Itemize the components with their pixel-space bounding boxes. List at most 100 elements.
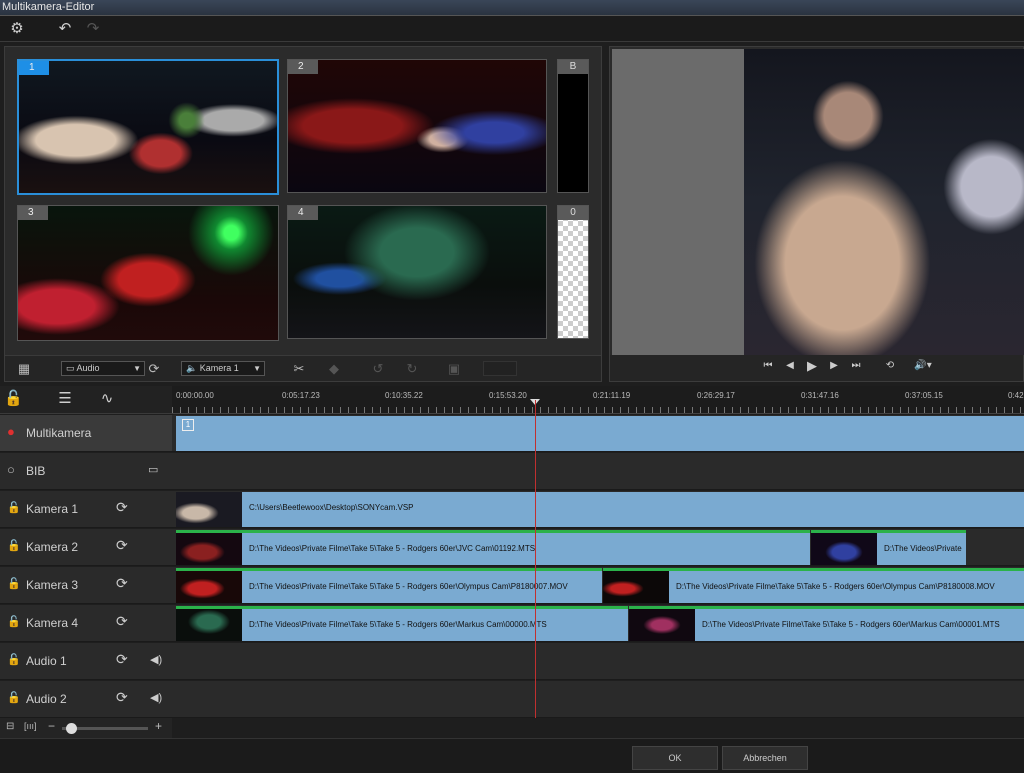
clip-path: D:\The Videos\Private bbox=[884, 544, 962, 553]
value-stepper[interactable] bbox=[483, 361, 517, 376]
track-name: Multikamera bbox=[26, 426, 92, 440]
multicam-clip[interactable]: 1 bbox=[176, 416, 1024, 451]
scissors-icon[interactable]: ✂ bbox=[290, 360, 308, 378]
track-multikamera[interactable]: ● Multikamera bbox=[0, 415, 172, 452]
clip-kamera-2a[interactable]: D:\The Videos\Private Filme\Take 5\Take … bbox=[176, 530, 810, 565]
track-kamera-2[interactable]: 🔓 Kamera 2 ⟳ bbox=[0, 529, 172, 566]
clip-kamera-1[interactable]: C:\Users\Beetlewoox\Desktop\SONYcam.VSP bbox=[176, 492, 1024, 527]
go-to-start-icon[interactable]: ⏮ bbox=[760, 360, 776, 371]
go-to-end-icon[interactable]: ⏭ bbox=[848, 360, 864, 371]
gear-icon[interactable]: ⚙ bbox=[8, 20, 26, 38]
playhead[interactable] bbox=[535, 400, 536, 718]
speaker-icon[interactable]: ◀) bbox=[150, 691, 162, 704]
clip-kamera-2b[interactable]: D:\The Videos\Private bbox=[811, 530, 966, 565]
track-name: BIB bbox=[26, 464, 46, 478]
zoom-slider-handle[interactable] bbox=[66, 723, 77, 734]
camera-1-video bbox=[19, 61, 277, 193]
track-audio-1[interactable]: 🔓 Audio 1 ⟳ ◀) bbox=[0, 643, 172, 680]
lock-icon[interactable]: 🔓 bbox=[7, 615, 21, 628]
chevron-down-icon: ▼ bbox=[133, 364, 141, 373]
undo-icon[interactable]: ↶ bbox=[56, 20, 74, 38]
audio-dropdown-icon: ▭ bbox=[66, 363, 77, 373]
pip-source[interactable]: B bbox=[557, 59, 589, 193]
marker-icon[interactable]: ◆ bbox=[325, 360, 343, 378]
waveform-icon[interactable]: ∿ bbox=[98, 390, 116, 408]
clip-path: D:\The Videos\Private Filme\Take 5\Take … bbox=[249, 544, 536, 553]
camera-3-video bbox=[18, 206, 278, 340]
sync-icon[interactable]: ⟳ bbox=[116, 651, 128, 668]
track-kamera-1[interactable]: 🔓 Kamera 1 ⟳ bbox=[0, 491, 172, 528]
timecode-8: 0:42 bbox=[1008, 391, 1024, 400]
clip-path: D:\The Videos\Private Filme\Take 5\Take … bbox=[249, 582, 568, 591]
track-kamera-3[interactable]: 🔓 Kamera 3 ⟳ bbox=[0, 567, 172, 604]
row-audio-2 bbox=[172, 681, 1024, 718]
camera-2-source[interactable]: 2 bbox=[287, 59, 547, 193]
refresh-icon[interactable]: ⟳ bbox=[145, 360, 163, 378]
lock-icon[interactable]: 🔓 bbox=[7, 691, 21, 704]
source-panel: 1 2 3 4 B 0 ▦ ▭ Audio ▼ ⟳ 🔈 Kamera 1 ▼ ✂ ◆… bbox=[4, 46, 602, 382]
clip-thumbnail bbox=[629, 609, 695, 641]
sync-icon[interactable]: ⟳ bbox=[116, 689, 128, 706]
loop-icon[interactable]: ⟲ bbox=[882, 360, 898, 371]
timecode-1: 0:05:17.23 bbox=[282, 391, 320, 400]
camera-1-source[interactable]: 1 bbox=[17, 59, 279, 195]
clip-kamera-3b[interactable]: D:\The Videos\Private Filme\Take 5\Take … bbox=[603, 568, 1024, 603]
timecode-3: 0:15:53.20 bbox=[489, 391, 527, 400]
track-audio-2[interactable]: 🔓 Audio 2 ⟳ ◀) bbox=[0, 681, 172, 718]
ok-button[interactable]: OK bbox=[632, 746, 718, 770]
clip-thumbnail bbox=[811, 533, 877, 565]
sync-icon[interactable]: ⟳ bbox=[116, 613, 128, 630]
clip-kamera-3a[interactable]: D:\The Videos\Private Filme\Take 5\Take … bbox=[176, 568, 602, 603]
fit-timeline-icon[interactable]: ⊟ bbox=[6, 721, 14, 732]
audio-source-value: Kamera 1 bbox=[199, 363, 239, 373]
previous-frame-icon[interactable]: ◀ bbox=[782, 360, 798, 371]
rotate-left-icon[interactable]: ↺ bbox=[369, 360, 387, 378]
image-icon[interactable]: ▣ bbox=[445, 360, 463, 378]
track-name: Kamera 2 bbox=[26, 540, 79, 554]
timeline-ruler[interactable]: 0:00:00.00 0:05:17.23 0:10:35.22 0:15:53… bbox=[172, 386, 1024, 414]
record-icon[interactable]: ● bbox=[7, 424, 15, 439]
track-kamera-4[interactable]: 🔓 Kamera 4 ⟳ bbox=[0, 605, 172, 642]
camera-4-source[interactable]: 4 bbox=[287, 205, 547, 339]
zoom-bar: ⊟ [ııı] − + bbox=[0, 718, 172, 738]
redo-icon[interactable]: ↷ bbox=[84, 20, 102, 38]
lock-icon[interactable]: 🔓 bbox=[4, 390, 23, 408]
camera-3-source[interactable]: 3 bbox=[17, 205, 279, 341]
track-name: Kamera 3 bbox=[26, 578, 79, 592]
play-icon[interactable]: ▶ bbox=[804, 358, 820, 374]
layout-grid-icon[interactable]: ▦ bbox=[15, 360, 33, 378]
track-manager-icon[interactable]: ☰ bbox=[56, 390, 74, 408]
clip-kamera-4a[interactable]: D:\The Videos\Private Filme\Take 5\Take … bbox=[176, 606, 628, 641]
cancel-button[interactable]: Abbrechen bbox=[722, 746, 808, 770]
lock-icon[interactable]: 🔓 bbox=[7, 539, 21, 552]
audio-source-dropdown[interactable]: 🔈 Kamera 1 ▼ bbox=[181, 361, 265, 376]
sync-icon[interactable]: ⟳ bbox=[116, 575, 128, 592]
camera-1-number: 1 bbox=[19, 61, 49, 75]
rotate-right-icon[interactable]: ↻ bbox=[403, 360, 421, 378]
lock-icon[interactable]: 🔓 bbox=[7, 653, 21, 666]
row-multikamera: 1 bbox=[172, 415, 1024, 452]
next-frame-icon[interactable]: ▶ bbox=[826, 360, 842, 371]
transport-controls: ⏮ ◀ ▶ ▶ ⏭ ⟲ 🔊▾ bbox=[610, 355, 1023, 381]
clip-kamera-4b[interactable]: D:\The Videos\Private Filme\Take 5\Take … bbox=[629, 606, 1024, 641]
window-title: Multikamera-Editor bbox=[0, 0, 1024, 16]
speaker-icon: 🔈 bbox=[186, 363, 200, 373]
sync-icon[interactable]: ⟳ bbox=[116, 499, 128, 516]
zoom-fit-icon[interactable]: [ııı] bbox=[24, 721, 37, 731]
sync-icon[interactable]: ⟳ bbox=[116, 537, 128, 554]
pip-icon[interactable]: ▭ bbox=[148, 463, 158, 476]
audio-dropdown[interactable]: ▭ Audio ▼ bbox=[61, 361, 145, 376]
clip-thumbnail bbox=[176, 571, 242, 603]
ruler-ticks bbox=[172, 407, 1024, 413]
radio-circle-icon[interactable]: ○ bbox=[7, 462, 15, 477]
lock-icon[interactable]: 🔓 bbox=[7, 577, 21, 590]
timecode-2: 0:10:35.22 bbox=[385, 391, 423, 400]
speaker-icon[interactable]: ◀) bbox=[150, 653, 162, 666]
volume-icon[interactable]: 🔊▾ bbox=[910, 360, 936, 371]
blank-source[interactable]: 0 bbox=[557, 205, 589, 339]
zoom-in-icon[interactable]: + bbox=[155, 719, 162, 733]
track-bib[interactable]: ○ BIB ▭ bbox=[0, 453, 172, 490]
zoom-out-icon[interactable]: − bbox=[48, 719, 55, 733]
lock-icon[interactable]: 🔓 bbox=[7, 501, 21, 514]
track-name: Kamera 4 bbox=[26, 616, 79, 630]
